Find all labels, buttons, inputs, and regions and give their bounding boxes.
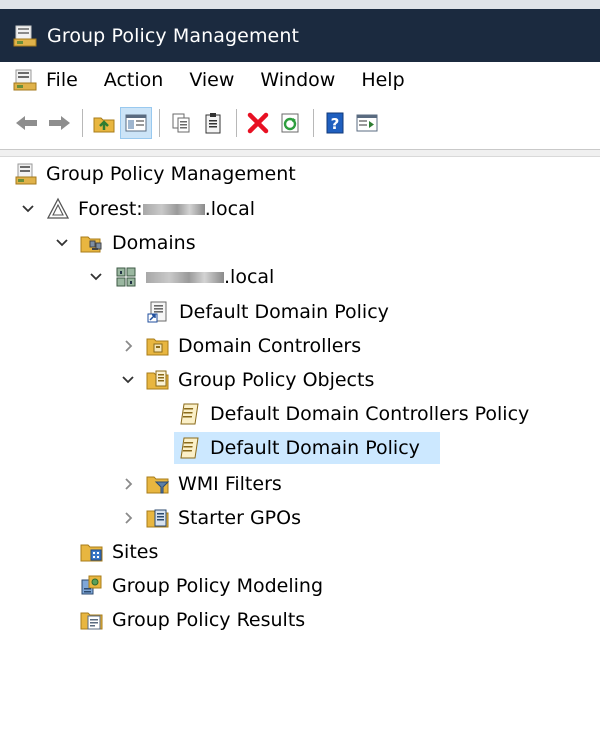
delete-button[interactable] — [243, 108, 273, 138]
tree-label: Domain Controllers — [178, 335, 362, 357]
tree-label: Group Policy Objects — [178, 369, 375, 391]
tree-label-domain-suffix: .local — [224, 266, 275, 288]
wmi-filter-folder-icon — [146, 476, 170, 494]
chevron-down-icon[interactable] — [54, 235, 70, 251]
tree-node-domain-controllers[interactable]: Domain Controllers — [120, 330, 361, 362]
redacted-domain-name — [146, 271, 224, 283]
chevron-right-icon[interactable] — [120, 338, 136, 354]
tree-node-starter-gpos[interactable]: Starter GPOs — [120, 502, 301, 534]
tree-node-gpo-default-domain-policy[interactable]: Default Domain Policy — [178, 432, 420, 464]
copy-button[interactable] — [166, 108, 196, 138]
tree-label: Default Domain Policy — [210, 437, 420, 459]
menu-file[interactable]: File — [46, 67, 78, 93]
tree-label-forest-prefix: Forest: — [78, 198, 143, 220]
tree-node-gpm-root[interactable]: Group Policy Management — [14, 158, 296, 190]
tree-node-forest[interactable]: Forest: .local — [20, 193, 255, 225]
chevron-down-icon[interactable] — [20, 201, 36, 217]
toolbar-separator — [159, 109, 160, 137]
tree-label: Default Domain Policy — [179, 301, 389, 323]
window-title: Group Policy Management — [47, 24, 300, 47]
menu-view[interactable]: View — [189, 67, 234, 93]
tree-label: Group Policy Results — [112, 609, 306, 631]
toolbar-separator — [313, 109, 314, 137]
menu-bar: File Action View Window Help — [0, 62, 600, 98]
properties-icon — [356, 114, 378, 132]
copy-icon — [172, 113, 190, 133]
show-hide-tree-icon — [125, 114, 147, 132]
tree-label: Starter GPOs — [178, 507, 301, 529]
toolbar-separator — [82, 109, 83, 137]
gpmc-console-icon — [13, 25, 37, 46]
starter-gpo-folder-icon — [146, 509, 169, 528]
toolbar: ? — [0, 98, 600, 148]
tree-label: Group Policy Modeling — [112, 575, 324, 597]
show-hide-console-tree-button[interactable] — [120, 107, 152, 139]
paste-button[interactable] — [198, 108, 228, 138]
properties-button[interactable] — [352, 108, 382, 138]
refresh-button[interactable] — [275, 108, 305, 138]
back-arrow-icon — [16, 116, 37, 130]
help-icon: ? — [326, 112, 344, 134]
tree-node-domain[interactable]: .local — [88, 261, 274, 293]
console-tree: Group Policy Management Forest: .local D… — [0, 156, 600, 733]
tree-node-group-policy-objects[interactable]: Group Policy Objects — [120, 364, 374, 396]
tree-label: WMI Filters — [178, 473, 282, 495]
toolbar-separator — [236, 109, 237, 137]
menu-help[interactable]: Help — [361, 67, 404, 93]
up-one-level-button[interactable] — [89, 108, 119, 138]
tree-node-gpo-default-domain-controllers-policy[interactable]: Default Domain Controllers Policy — [178, 398, 529, 430]
forest-icon — [46, 197, 70, 219]
tree-node-wmi-filters[interactable]: WMI Filters — [120, 468, 282, 500]
modeling-icon — [81, 575, 102, 595]
gpo-link-icon — [147, 301, 167, 323]
forward-button[interactable] — [44, 108, 74, 138]
domain-icon — [116, 267, 136, 287]
tree-label: Group Policy Management — [46, 163, 296, 185]
menu-window[interactable]: Window — [260, 67, 335, 93]
tree-node-group-policy-results[interactable]: Group Policy Results — [80, 604, 305, 636]
tree-node-default-domain-policy-link[interactable]: Default Domain Policy — [147, 296, 389, 328]
tree-label: Default Domain Controllers Policy — [210, 403, 530, 425]
tree-node-group-policy-modeling[interactable]: Group Policy Modeling — [80, 570, 323, 602]
delete-icon — [247, 112, 269, 134]
chevron-right-icon[interactable] — [120, 510, 136, 526]
title-bar[interactable]: Group Policy Management — [0, 9, 600, 62]
refresh-icon — [281, 113, 299, 133]
svg-text:?: ? — [331, 115, 340, 133]
help-button[interactable]: ? — [320, 108, 350, 138]
back-button[interactable] — [12, 108, 42, 138]
window-top-edge — [0, 0, 600, 9]
tree-label: Sites — [112, 541, 159, 563]
gpo-scroll-icon — [180, 403, 199, 425]
sites-folder-icon — [80, 544, 103, 562]
gpmc-console-icon — [15, 163, 37, 185]
gpo-folder-icon — [146, 370, 169, 390]
tree-label-forest-suffix: .local — [204, 198, 256, 220]
forward-arrow-icon — [49, 116, 70, 130]
up-folder-icon — [93, 117, 115, 133]
domains-folder-icon — [80, 236, 102, 253]
chevron-down-icon[interactable] — [88, 269, 104, 285]
gpmc-console-icon[interactable] — [12, 67, 38, 93]
results-icon — [80, 612, 103, 630]
gpo-scroll-icon — [180, 437, 199, 459]
ou-folder-icon — [146, 338, 169, 356]
redacted-forest-name — [142, 203, 205, 215]
menu-action[interactable]: Action — [104, 67, 164, 93]
chevron-right-icon[interactable] — [120, 476, 136, 492]
chevron-down-icon[interactable] — [120, 372, 136, 388]
tree-label: Domains — [112, 232, 196, 254]
tree-node-sites[interactable]: Sites — [80, 536, 158, 568]
tree-node-domains[interactable]: Domains — [54, 227, 196, 259]
paste-icon — [205, 113, 221, 134]
